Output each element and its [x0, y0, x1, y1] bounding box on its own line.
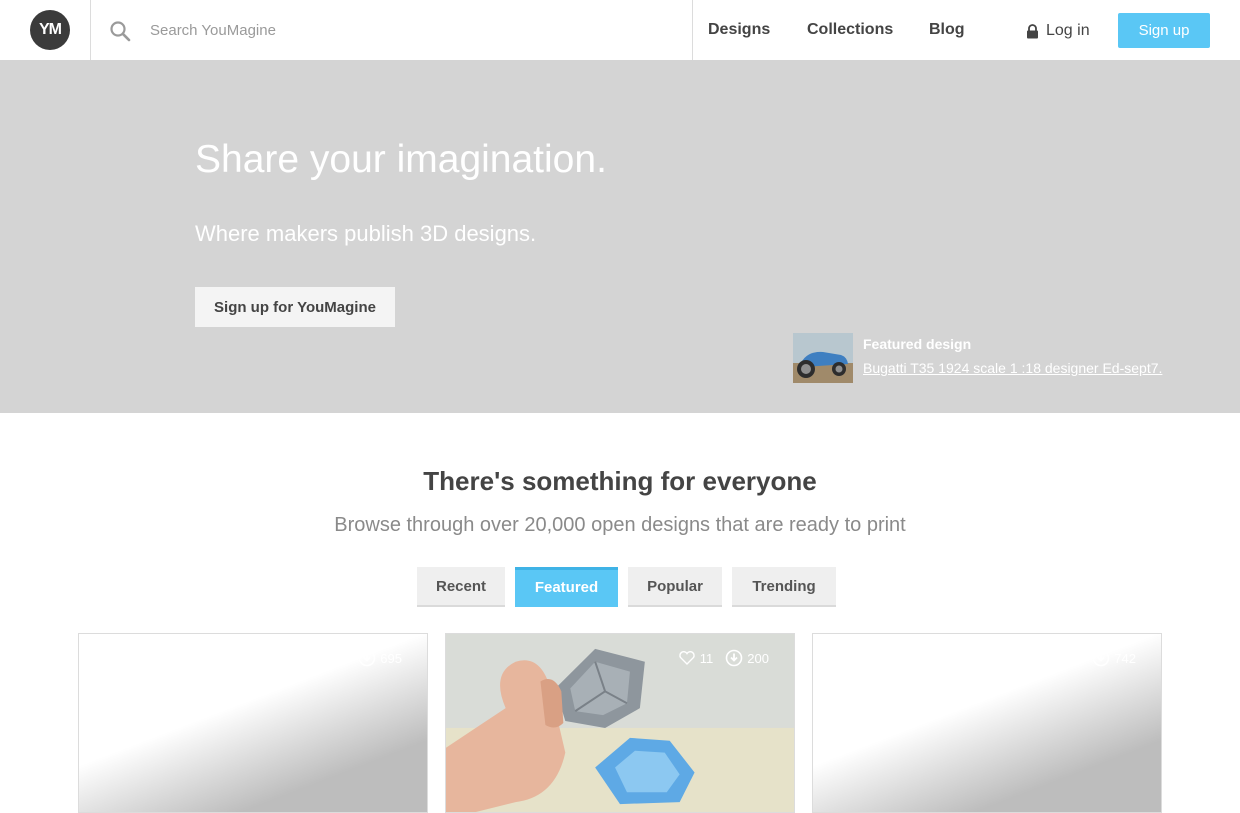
search-input[interactable] [150, 16, 670, 44]
download-icon[interactable] [358, 649, 376, 667]
logo[interactable]: YM [30, 10, 70, 50]
signup-button[interactable]: Sign up [1118, 13, 1210, 48]
nav-collections[interactable]: Collections [807, 21, 893, 39]
card-stats: 11 200 [678, 649, 769, 667]
search-icon[interactable] [109, 20, 131, 42]
design-card[interactable]: 2 695 [78, 633, 428, 813]
login-link[interactable]: Log in [1026, 22, 1090, 40]
like-count: 11 [699, 650, 714, 666]
heart-icon[interactable] [1044, 649, 1062, 667]
tab-popular[interactable]: Popular [628, 567, 722, 607]
download-icon[interactable] [1092, 649, 1110, 667]
header: YM Designs Collections Blog Log in Sign … [0, 0, 1240, 60]
divider [692, 0, 693, 60]
tab-trending[interactable]: Trending [732, 567, 836, 607]
design-card[interactable]: 11 200 [445, 633, 795, 813]
featured-design-link[interactable]: Bugatti T35 1924 scale 1 :18 designer Ed… [863, 360, 1162, 376]
nav-designs[interactable]: Designs [708, 21, 770, 39]
download-count: 742 [1114, 650, 1136, 666]
logo-text: YM [39, 21, 62, 38]
hero-signup-button[interactable]: Sign up for YouMagine [195, 287, 395, 327]
card-stats: 2 695 [317, 649, 402, 667]
hero-subtitle: Where makers publish 3D designs. [195, 221, 537, 246]
hero-title: Share your imagination. [195, 138, 607, 181]
download-count: 200 [747, 650, 769, 666]
section-title: There's something for everyone [423, 466, 817, 496]
like-count: 16 [1065, 650, 1081, 666]
card-stats: 16 742 [1044, 649, 1136, 667]
hero: Share your imagination. Where makers pub… [0, 60, 1240, 413]
heart-icon[interactable] [678, 649, 696, 667]
car-thumbnail-image [793, 333, 853, 383]
like-count: 2 [339, 650, 347, 666]
section-subtitle: Browse through over 20,000 open designs … [334, 514, 906, 536]
tab-featured[interactable]: Featured [515, 567, 618, 607]
login-label: Log in [1046, 22, 1090, 39]
featured-design-thumbnail[interactable] [793, 333, 853, 383]
featured-design-label: Featured design [863, 336, 972, 352]
nav-blog[interactable]: Blog [929, 21, 965, 39]
download-count: 695 [380, 650, 402, 666]
lock-icon [1027, 23, 1038, 38]
download-icon[interactable] [725, 649, 743, 667]
tab-recent[interactable]: Recent [417, 567, 505, 607]
divider [90, 0, 91, 60]
heart-icon[interactable] [317, 649, 335, 667]
design-card[interactable]: 16 742 [812, 633, 1162, 813]
